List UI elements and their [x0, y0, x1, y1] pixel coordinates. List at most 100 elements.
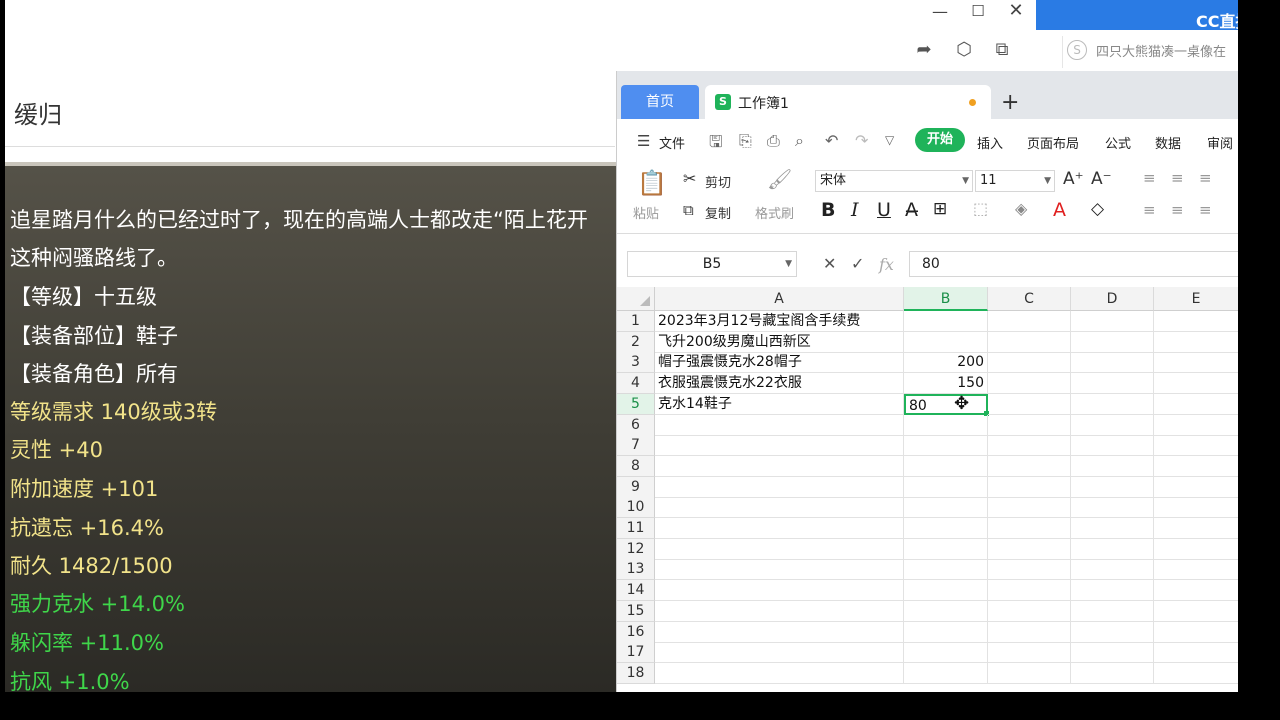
- cell-e7[interactable]: [1154, 435, 1239, 457]
- tab-home[interactable]: 首页: [621, 85, 699, 119]
- font-name-select[interactable]: 宋体 ▼: [815, 170, 973, 192]
- cell-c1[interactable]: [988, 311, 1071, 332]
- row-header[interactable]: 15: [617, 600, 655, 622]
- cancel-icon[interactable]: ✕: [823, 254, 836, 273]
- cell-d6[interactable]: [1071, 414, 1154, 436]
- menu-insert[interactable]: 插入: [977, 133, 1003, 152]
- cell-b11[interactable]: [904, 518, 988, 539]
- cell-a12[interactable]: [655, 538, 904, 560]
- save-icon[interactable]: 🖫: [709, 131, 723, 158]
- undo-icon[interactable]: ↶: [825, 131, 838, 150]
- cell-e8[interactable]: [1154, 455, 1239, 477]
- row-header[interactable]: 6: [617, 414, 655, 436]
- close-button[interactable]: ✕: [1006, 0, 1026, 22]
- column-header-e[interactable]: E: [1154, 287, 1239, 311]
- cell-d7[interactable]: [1071, 435, 1154, 457]
- align-top-icon[interactable]: ≡: [1143, 169, 1156, 187]
- copy-button[interactable]: 复制: [705, 203, 731, 222]
- cell-d3[interactable]: [1071, 352, 1154, 374]
- cell-c10[interactable]: [988, 497, 1071, 519]
- row-header[interactable]: 9: [617, 476, 655, 498]
- print-icon[interactable]: ⎙: [767, 131, 780, 151]
- scissors-icon[interactable]: ✂: [683, 169, 696, 188]
- align-left-icon[interactable]: ≡: [1143, 201, 1156, 219]
- cell-c15[interactable]: [988, 600, 1071, 622]
- row-header[interactable]: 12: [617, 538, 655, 560]
- copy-icon[interactable]: ⧉: [683, 201, 694, 219]
- name-box[interactable]: B5 ▼: [627, 251, 797, 277]
- cell-c12[interactable]: [988, 538, 1071, 560]
- cell-a8[interactable]: [655, 455, 904, 477]
- cell-b15[interactable]: [904, 600, 988, 622]
- cell-e14[interactable]: [1154, 580, 1239, 602]
- cell-a10[interactable]: [655, 497, 904, 519]
- cell-d17[interactable]: [1071, 642, 1154, 664]
- cell-d12[interactable]: [1071, 538, 1154, 560]
- cell-c5[interactable]: [988, 393, 1071, 415]
- screenshot-icon[interactable]: ⧉: [990, 38, 1014, 62]
- cell-d14[interactable]: [1071, 580, 1154, 602]
- strikethrough-icon[interactable]: A̶: [905, 199, 918, 221]
- cell-d2[interactable]: [1071, 331, 1154, 353]
- align-center-icon[interactable]: ≡: [1171, 201, 1184, 219]
- cell-c7[interactable]: [988, 435, 1071, 457]
- row-header[interactable]: 1: [617, 311, 655, 332]
- cell-d11[interactable]: [1071, 518, 1154, 539]
- menu-formula[interactable]: 公式: [1105, 133, 1131, 152]
- cell-e1[interactable]: [1154, 311, 1239, 332]
- row-header[interactable]: 18: [617, 662, 655, 684]
- cell-d8[interactable]: [1071, 455, 1154, 477]
- insert-function-button[interactable]: fx: [879, 255, 894, 274]
- fill-effect-icon[interactable]: ⬚: [973, 199, 988, 218]
- cell-e10[interactable]: [1154, 497, 1239, 519]
- row-header[interactable]: 4: [617, 373, 655, 395]
- more-icon[interactable]: ▽: [885, 133, 894, 147]
- formula-input[interactable]: 80: [909, 251, 1239, 277]
- cell-a13[interactable]: [655, 559, 904, 581]
- cell-b13[interactable]: [904, 559, 988, 581]
- cell-c6[interactable]: [988, 414, 1071, 436]
- row-header[interactable]: 2: [617, 331, 655, 353]
- cell-e2[interactable]: [1154, 331, 1239, 353]
- row-header[interactable]: 10: [617, 497, 655, 519]
- cell-a14[interactable]: [655, 580, 904, 602]
- row-header[interactable]: 7: [617, 435, 655, 457]
- cell-c2[interactable]: [988, 331, 1071, 353]
- cell-c4[interactable]: [988, 373, 1071, 395]
- row-header[interactable]: 5: [617, 393, 655, 415]
- tab-workbook[interactable]: S 工作簿1: [705, 85, 991, 119]
- redo-icon[interactable]: ↷: [855, 131, 868, 150]
- borders-icon[interactable]: ⊞: [933, 199, 947, 219]
- row-header[interactable]: 13: [617, 559, 655, 581]
- cube-icon[interactable]: ⬡: [952, 38, 976, 62]
- align-middle-icon[interactable]: ≡: [1171, 169, 1184, 187]
- cell-e4[interactable]: [1154, 373, 1239, 395]
- cell-a15[interactable]: [655, 600, 904, 622]
- cell-d18[interactable]: [1071, 662, 1154, 684]
- cell-d4[interactable]: [1071, 373, 1154, 395]
- select-all-corner[interactable]: [617, 287, 655, 311]
- cell-b8[interactable]: [904, 455, 988, 477]
- menu-page-layout[interactable]: 页面布局: [1027, 133, 1079, 152]
- cell-d1[interactable]: [1071, 311, 1154, 332]
- preview-icon[interactable]: ⌕: [795, 131, 804, 151]
- cell-c8[interactable]: [988, 455, 1071, 477]
- share-icon[interactable]: ➦: [912, 38, 936, 62]
- cell-c9[interactable]: [988, 476, 1071, 498]
- cell-e12[interactable]: [1154, 538, 1239, 560]
- cell-b1[interactable]: [904, 311, 988, 332]
- cell-a4[interactable]: 衣服强震慑克水22衣服: [655, 373, 904, 395]
- cell-b17[interactable]: [904, 642, 988, 664]
- cell-c11[interactable]: [988, 518, 1071, 539]
- cell-e15[interactable]: [1154, 600, 1239, 622]
- new-tab-button[interactable]: +: [1001, 90, 1019, 115]
- cell-a16[interactable]: [655, 621, 904, 643]
- cell-e17[interactable]: [1154, 642, 1239, 664]
- sidebar-search[interactable]: S 四只大熊猫凑一桌像在: [1062, 36, 1239, 68]
- cell-e6[interactable]: [1154, 414, 1239, 436]
- cell-a9[interactable]: [655, 476, 904, 498]
- cell-c18[interactable]: [988, 662, 1071, 684]
- cell-b18[interactable]: [904, 662, 988, 684]
- cell-a18[interactable]: [655, 662, 904, 684]
- row-header[interactable]: 17: [617, 642, 655, 664]
